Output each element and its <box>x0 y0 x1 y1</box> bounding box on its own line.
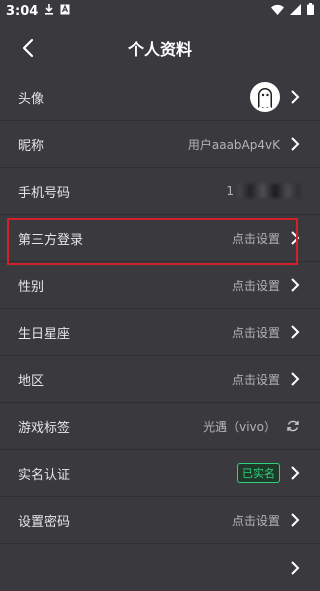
profile-list: 头像 昵称 用户aaabAp4vK 手机号码 1 第三方登录 点击设置 性别 点… <box>0 74 320 591</box>
app-header: 个人资料 <box>0 22 320 74</box>
row-nickname[interactable]: 昵称 用户aaabAp4vK <box>0 121 320 168</box>
chevron-right-icon <box>291 137 300 151</box>
refresh-icon[interactable] <box>286 419 300 433</box>
row-label: 性别 <box>18 279 45 295</box>
region-value: 点击设置 <box>231 372 280 387</box>
back-button[interactable] <box>16 36 40 60</box>
chevron-right-icon <box>291 231 300 245</box>
text-badge-icon <box>60 4 70 18</box>
row-birthday[interactable]: 生日星座 点击设置 <box>0 309 320 356</box>
row-region[interactable]: 地区 点击设置 <box>0 356 320 403</box>
game-tag-value: 光遇（vivo） <box>203 419 276 434</box>
chevron-right-icon <box>291 90 300 104</box>
ghost-avatar-icon <box>258 88 272 108</box>
row-label: 实名认证 <box>18 467 71 483</box>
nickname-value: 用户aaabAp4vK <box>187 137 280 152</box>
signal-icon <box>290 3 301 19</box>
row-password[interactable]: 设置密码 点击设置 <box>0 497 320 544</box>
birthday-value: 点击设置 <box>231 325 280 340</box>
row-third-party-login[interactable]: 第三方登录 点击设置 <box>0 215 320 262</box>
password-value: 点击设置 <box>231 513 280 528</box>
wifi-icon <box>271 4 284 19</box>
battery-icon <box>307 3 314 19</box>
row-label: 头像 <box>18 91 45 107</box>
row-label: 手机号码 <box>18 185 71 201</box>
chevron-right-icon <box>291 466 300 480</box>
back-arrow-icon <box>22 38 34 58</box>
chevron-right-icon <box>291 325 300 339</box>
status-bar: 3:04 <box>0 0 320 22</box>
download-icon <box>44 4 54 18</box>
chevron-right-icon <box>291 278 300 292</box>
verified-badge: 已实名 <box>237 463 280 483</box>
row-label: 第三方登录 <box>18 232 84 248</box>
third-party-value: 点击设置 <box>231 231 280 246</box>
page-title: 个人资料 <box>127 40 192 59</box>
phone-value-prefix: 1 <box>226 184 234 198</box>
row-game-tag[interactable]: 游戏标签 光遇（vivo） <box>0 403 320 450</box>
row-label: 昵称 <box>18 138 45 154</box>
row-gender[interactable]: 性别 点击设置 <box>0 262 320 309</box>
masked-phone-number <box>238 184 300 198</box>
gender-value: 点击设置 <box>231 278 280 293</box>
row-phone: 手机号码 1 <box>0 168 320 215</box>
chevron-right-icon <box>291 372 300 386</box>
row-label: 生日星座 <box>18 326 71 342</box>
row-label: 游戏标签 <box>18 420 71 436</box>
chevron-right-icon <box>291 513 300 527</box>
row-avatar[interactable]: 头像 <box>0 74 320 121</box>
row-real-name[interactable]: 实名认证 已实名 <box>0 450 320 497</box>
status-time: 3:04 <box>6 3 39 19</box>
row-label: 地区 <box>18 373 45 389</box>
avatar[interactable] <box>250 82 280 112</box>
row-label: 设置密码 <box>18 514 71 530</box>
